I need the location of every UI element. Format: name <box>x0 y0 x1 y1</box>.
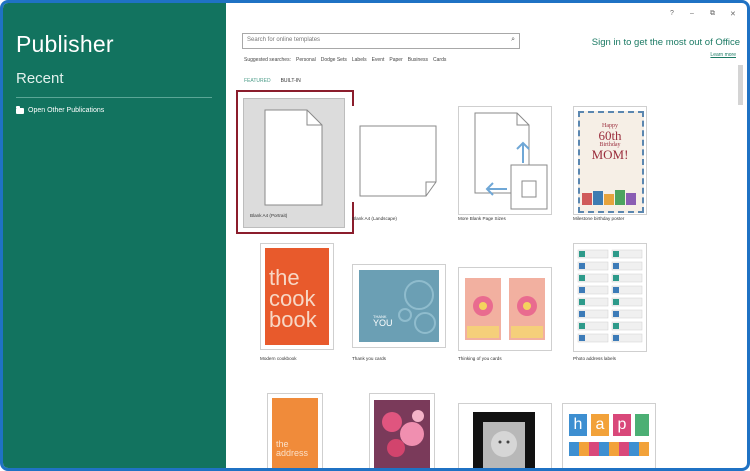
open-other-publications-link[interactable]: Open Other Publications <box>16 105 105 114</box>
suggested-item[interactable]: Event <box>372 57 385 63</box>
template-card-floral[interactable] <box>369 393 435 468</box>
template-label: Milestone birthday poster <box>573 216 625 221</box>
suggested-item[interactable]: Personal <box>296 57 316 63</box>
help-icon[interactable]: ? <box>670 10 674 17</box>
happy-letter-tile <box>635 414 649 436</box>
cookbook-title: the cook book <box>269 267 317 332</box>
folder-icon <box>16 105 24 114</box>
template-card-blank-portrait[interactable]: Blank A4 (Portrait) <box>243 98 345 228</box>
open-other-label: Open Other Publications <box>28 107 105 114</box>
more-sizes-thumbnail <box>474 112 548 210</box>
template-card-photo-labels[interactable] <box>573 243 647 352</box>
template-card-thinking-of-you[interactable] <box>458 267 552 351</box>
floral-thumbnail <box>374 400 430 468</box>
restore-button[interactable]: ⧉ <box>710 10 715 18</box>
app-title: Publisher <box>16 31 114 57</box>
learn-more-link[interactable]: Learn more <box>710 52 736 58</box>
scrollbar-thumb[interactable] <box>738 65 743 105</box>
search-input[interactable]: Search for online templates ⌕ <box>242 33 520 49</box>
flower-illustration <box>467 296 543 338</box>
template-label: Modern cookbook <box>260 356 297 361</box>
template-card-orange[interactable]: the address <box>267 393 323 468</box>
template-label: Blank A4 (Landscape) <box>352 216 397 221</box>
suggested-item[interactable]: Cards <box>433 57 446 63</box>
minimize-button[interactable]: – <box>690 10 694 17</box>
template-label: Thank you cards <box>352 356 386 361</box>
template-label: Photo address labels <box>573 356 616 361</box>
recent-heading: Recent <box>16 70 64 87</box>
main-area: ? – ⧉ ✕ Search for online templates ⌕ Su… <box>226 3 747 468</box>
suggested-item[interactable]: Labels <box>352 57 367 63</box>
baby-face-illustration <box>491 431 517 457</box>
blank-landscape-thumbnail <box>359 125 437 197</box>
template-card-birthday-poster[interactable]: Happy 60th Birthday MOM! <box>573 106 647 215</box>
houses-illustration <box>582 190 636 205</box>
happy-letter: h <box>569 414 587 436</box>
orange-cover <box>272 398 318 468</box>
template-card-more-sizes[interactable] <box>458 106 552 215</box>
template-card-photo-frame[interactable] <box>458 403 552 468</box>
close-button[interactable]: ✕ <box>730 10 736 18</box>
orange-line: address <box>276 448 309 458</box>
thank-you-line: YOU <box>373 318 393 329</box>
happy-letter: a <box>591 414 609 436</box>
template-tabs: FEATURED BUILT-IN <box>244 78 301 84</box>
happy-letter: p <box>613 414 631 436</box>
template-card-blank-landscape[interactable] <box>352 106 444 202</box>
swirl-pattern <box>398 280 436 334</box>
app-window: Publisher Recent Open Other Publications… <box>0 0 750 471</box>
search-icon[interactable]: ⌕ <box>511 36 515 44</box>
search-placeholder: Search for online templates <box>247 37 321 43</box>
sign-in-link[interactable]: Sign in to get the most out of Office <box>592 37 740 48</box>
address-labels-thumbnail <box>577 249 643 343</box>
sidebar: Publisher Recent Open Other Publications <box>3 3 226 468</box>
happy-pattern <box>569 442 649 456</box>
template-label: More Blank Page Sizes <box>458 216 506 221</box>
suggested-item[interactable]: Business <box>408 57 428 63</box>
template-card-cookbook[interactable]: the cook book <box>260 243 334 350</box>
blank-portrait-thumbnail <box>264 109 323 206</box>
orange-cover-text: the address <box>276 440 308 458</box>
template-label: Thinking of you cards <box>458 356 502 361</box>
tab-built-in[interactable]: BUILT-IN <box>281 78 301 84</box>
thank-you-text: THANK YOU <box>373 314 393 329</box>
cookbook-line: book <box>269 306 317 332</box>
suggested-label: Suggested searches: <box>244 57 291 63</box>
template-card-thank-you[interactable]: THANK YOU <box>352 264 446 348</box>
template-label: Blank A4 (Portrait) <box>250 213 288 218</box>
sidebar-divider <box>16 97 212 98</box>
suggested-item[interactable]: Paper <box>389 57 402 63</box>
template-card-happy[interactable]: h a p <box>562 403 656 468</box>
tab-featured[interactable]: FEATURED <box>244 78 271 84</box>
suggested-item[interactable]: Dodge Sets <box>321 57 347 63</box>
scrollbar[interactable] <box>738 65 743 460</box>
suggested-searches: Suggested searches: Personal Dodge Sets … <box>244 57 446 63</box>
